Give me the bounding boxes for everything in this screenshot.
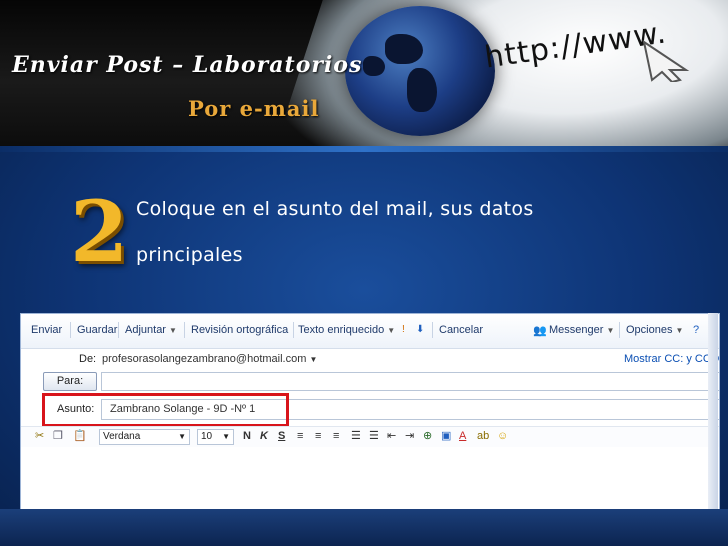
chevron-down-icon: ▼: [169, 326, 177, 335]
chevron-down-icon: ▼: [606, 326, 615, 335]
font-size-select[interactable]: 10 ▼: [197, 429, 234, 445]
chevron-down-icon: ▼: [178, 432, 186, 441]
copy-icon[interactable]: ❐: [53, 430, 63, 443]
rich-text-label: Texto enriquecido: [298, 324, 385, 336]
toolbar-separator: [293, 322, 294, 338]
from-select[interactable]: profesorasolangezambrano@hotmail.com ▼: [102, 353, 317, 365]
help-icon[interactable]: ?: [693, 324, 699, 336]
font-name: Verdana: [103, 431, 141, 442]
align-left-icon[interactable]: ≡: [297, 430, 303, 443]
slide-title: Enviar Post – Laboratorios: [12, 52, 363, 78]
underline-icon[interactable]: S: [278, 430, 285, 443]
increase-indent-icon[interactable]: ⇥: [405, 430, 414, 443]
priority-low-icon[interactable]: ⬇: [416, 324, 424, 335]
spellcheck-button[interactable]: Revisión ortográfica: [191, 324, 288, 336]
font-size: 10: [201, 431, 213, 442]
formatting-toolbar: ✂ ❐ 📋 Verdana ▼ 10 ▼ N K S ≡ ≡ ≡ ☰ ☰ ⇤ ⇥…: [21, 426, 719, 448]
compose-toolbar: Enviar Guardar Adjuntar ▼ Revisión ortog…: [21, 314, 719, 349]
options-label: Opciones: [626, 324, 673, 336]
chevron-down-icon: ▼: [387, 326, 396, 335]
cancel-button[interactable]: Cancelar: [439, 324, 483, 336]
insert-link-icon[interactable]: ⊕: [423, 430, 432, 443]
font-select[interactable]: Verdana ▼: [99, 429, 190, 445]
align-right-icon[interactable]: ≡: [333, 430, 339, 443]
from-address: profesorasolangezambrano@hotmail.com: [102, 353, 307, 365]
decrease-indent-icon[interactable]: ⇤: [387, 430, 396, 443]
bottom-band: [0, 509, 728, 546]
toolbar-separator: [118, 322, 119, 338]
window-edge: [708, 313, 718, 509]
paste-icon[interactable]: 📋: [73, 430, 87, 443]
toolbar-separator: [184, 322, 185, 338]
messenger-label: Messenger: [549, 324, 604, 336]
attach-button[interactable]: Adjuntar ▼: [125, 324, 177, 336]
priority-high-icon[interactable]: !: [402, 324, 405, 335]
to-field[interactable]: [101, 372, 719, 391]
font-color-icon[interactable]: A: [459, 430, 466, 443]
highlight-color-icon[interactable]: ab: [477, 430, 489, 443]
toolbar-separator: [432, 322, 433, 338]
bold-icon[interactable]: N: [243, 430, 251, 443]
subject-highlight-box: [42, 393, 289, 427]
messenger-button[interactable]: Messenger ▼: [549, 324, 614, 336]
attach-label: Adjuntar: [125, 324, 166, 336]
from-label: De:: [79, 353, 97, 365]
instruction-text: Coloque en el asunto del mail, sus datos…: [136, 186, 648, 278]
mouse-cursor-icon: [642, 39, 690, 82]
to-button[interactable]: Para:: [43, 372, 97, 391]
send-button[interactable]: Enviar: [31, 324, 62, 336]
message-body[interactable]: [21, 447, 719, 510]
header-banner: http://www. Enviar Post – Laboratorios P…: [0, 0, 728, 148]
slide-subtitle: Por e-mail: [188, 96, 320, 121]
email-compose-window: Enviar Guardar Adjuntar ▼ Revisión ortog…: [20, 313, 720, 511]
toolbar-separator: [619, 322, 620, 338]
bullet-list-icon[interactable]: ☰: [369, 430, 379, 443]
toolbar-separator: [70, 322, 71, 338]
italic-icon[interactable]: K: [260, 430, 268, 443]
instruction-line-2: principales: [136, 244, 243, 266]
step-number: 2: [70, 182, 129, 281]
align-center-icon[interactable]: ≡: [315, 430, 321, 443]
show-cc-bcc-link[interactable]: Mostrar CC: y CCO: [624, 353, 719, 365]
chevron-down-icon: ▼: [222, 432, 230, 441]
globe-image: [345, 6, 495, 136]
instruction-line-1: Coloque en el asunto del mail, sus datos: [136, 198, 534, 220]
chevron-down-icon: ▼: [675, 326, 684, 335]
chevron-down-icon: ▼: [309, 355, 318, 364]
emoticon-icon[interactable]: ☺: [497, 430, 508, 443]
options-button[interactable]: Opciones ▼: [626, 324, 683, 336]
rich-text-button[interactable]: Texto enriquecido ▼: [298, 324, 395, 336]
cut-icon[interactable]: ✂: [35, 430, 44, 443]
insert-image-icon[interactable]: ▣: [441, 430, 451, 443]
save-button[interactable]: Guardar: [77, 324, 117, 336]
numbered-list-icon[interactable]: ☰: [351, 430, 361, 443]
messenger-icon: 👥: [533, 325, 547, 337]
